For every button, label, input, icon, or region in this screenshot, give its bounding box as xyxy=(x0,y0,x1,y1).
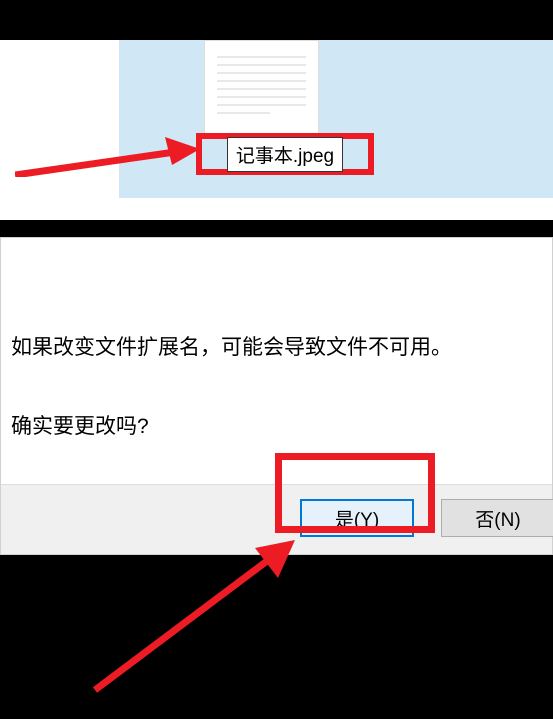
confirmation-dialog: 如果改变文件扩展名，可能会导致文件不可用。 确实要更改吗? 是(Y) 否(N) xyxy=(0,237,553,555)
dialog-button-bar: 是(Y) 否(N) xyxy=(1,484,552,554)
warning-message: 如果改变文件扩展名，可能会导致文件不可用。 xyxy=(11,333,542,362)
filename-input[interactable]: 记事本.jpeg xyxy=(227,137,343,172)
yes-button[interactable]: 是(Y) xyxy=(300,499,414,537)
confirm-question: 确实要更改吗? xyxy=(11,412,542,441)
file-selection-area: 记事本.jpeg xyxy=(119,40,553,198)
dialog-content: 如果改变文件扩展名，可能会导致文件不可用。 确实要更改吗? xyxy=(1,238,552,442)
filename-highlight-annotation: 记事本.jpeg xyxy=(196,133,374,175)
file-thumbnail-icon xyxy=(204,40,319,135)
filename-text: 记事本.jpeg xyxy=(236,146,334,167)
yes-button-label: 是(Y) xyxy=(335,505,379,532)
file-explorer-area: 记事本.jpeg xyxy=(0,40,553,220)
no-button-label: 否(N) xyxy=(475,505,520,532)
no-button[interactable]: 否(N) xyxy=(441,499,553,537)
